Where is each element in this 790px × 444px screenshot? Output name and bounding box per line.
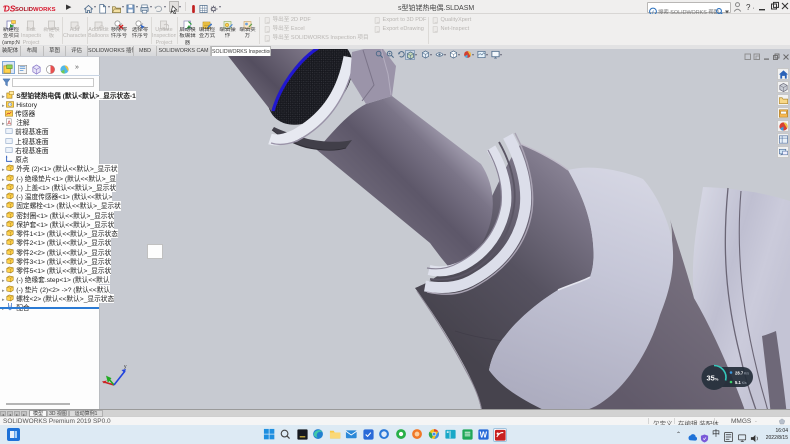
svg-text:A: A xyxy=(8,121,12,127)
svg-text:28.7 K/s: 28.7 K/s xyxy=(735,371,749,376)
svg-text:ƊS: ƊS xyxy=(3,4,16,14)
svg-text:W: W xyxy=(480,430,488,439)
svg-text:5.1 K/s: 5.1 K/s xyxy=(735,380,747,385)
svg-text:SOLIDWORKS: SOLIDWORKS xyxy=(15,7,56,13)
svg-text:?: ? xyxy=(746,3,751,12)
svg-text:·: · xyxy=(753,5,755,12)
